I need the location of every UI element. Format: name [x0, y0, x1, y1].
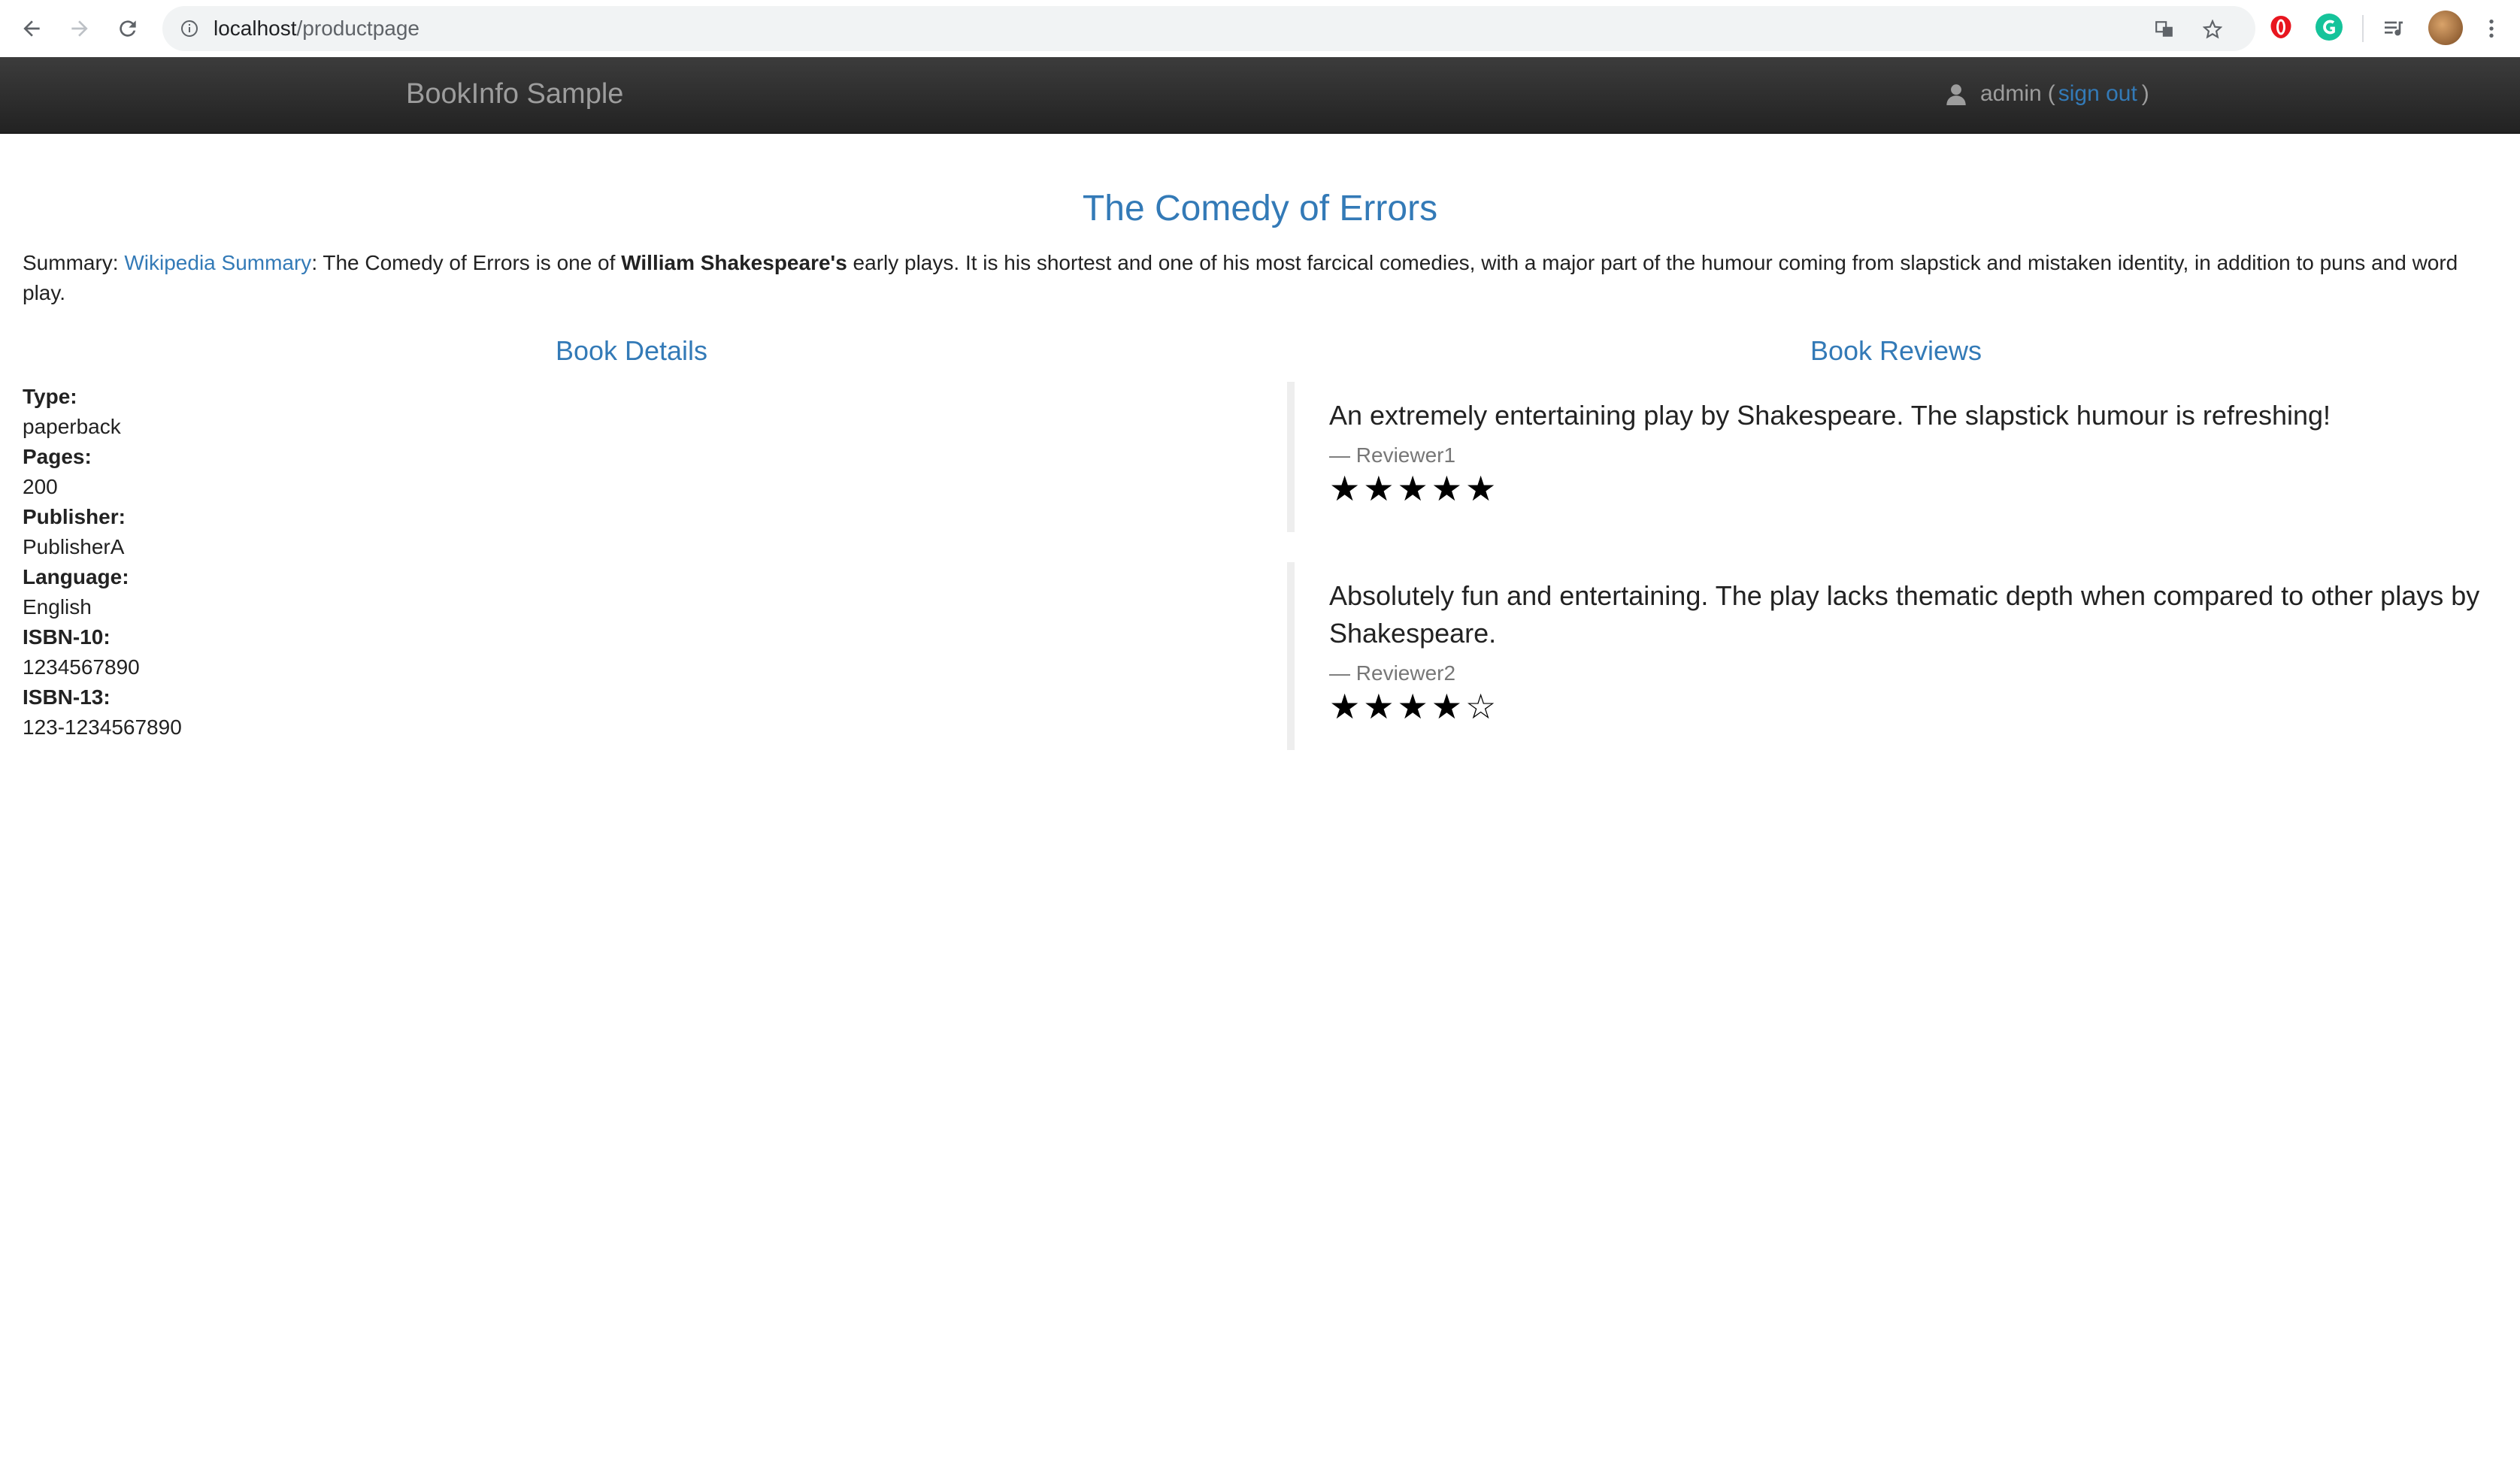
detail-label-publisher: Publisher: [23, 505, 126, 528]
address-bar[interactable]: localhost/productpage [162, 6, 2255, 51]
media-queue-icon[interactable] [2380, 15, 2407, 42]
toolbar-divider [2362, 15, 2364, 42]
review-author: — Reviewer2 [1329, 661, 1456, 685]
username: admin [1980, 81, 2042, 106]
summary-text-1: : The Comedy of Errors is one of [311, 251, 622, 274]
book-details-heading: Book Details [555, 335, 708, 366]
detail-value-pages: 200 [23, 475, 58, 498]
detail-label-isbn13: ISBN-13: [23, 685, 111, 709]
paren-open: ( [2047, 81, 2055, 106]
detail-value-isbn13: 123-1234567890 [23, 715, 182, 739]
grammarly-icon[interactable] [2316, 14, 2343, 41]
wikipedia-summary-link[interactable]: Wikipedia Summary [124, 251, 311, 274]
review-author: — Reviewer1 [1329, 443, 1456, 467]
detail-value-type: paperback [23, 415, 121, 438]
book-reviews-heading: Book Reviews [1810, 335, 1982, 366]
bookmark-star-icon[interactable] [2203, 20, 2222, 39]
detail-label-pages: Pages: [23, 445, 92, 468]
book-details-list: Type: paperback Pages: 200 Publisher: Pu… [23, 382, 182, 743]
sign-out-link[interactable]: sign out [2058, 81, 2137, 107]
url-text[interactable]: localhost/productpage [214, 17, 419, 41]
review-card: Absolutely fun and entertaining. The pla… [1287, 562, 2490, 750]
detail-label-type: Type: [23, 385, 77, 408]
brand-link[interactable]: BookInfo Sample [406, 78, 623, 110]
review-text: An extremely entertaining play by Shakes… [1329, 400, 2331, 431]
page-title: The Comedy of Errors [1082, 189, 1438, 228]
detail-label-isbn10: ISBN-10: [23, 625, 111, 649]
star-rating: ★★★★★ [1329, 469, 1500, 508]
reload-icon[interactable] [114, 15, 141, 42]
menu-kebab-icon[interactable] [2478, 15, 2505, 42]
info-icon[interactable] [180, 20, 198, 38]
paren-close: ) [2141, 81, 2149, 106]
extension-red-icon[interactable] [2267, 14, 2294, 41]
back-icon[interactable] [18, 15, 45, 42]
forward-icon[interactable] [66, 15, 93, 42]
review-card: An extremely entertaining play by Shakes… [1287, 382, 2490, 532]
url-host: localhost [214, 17, 297, 40]
detail-value-language: English [23, 595, 92, 619]
star-rating: ★★★★☆ [1329, 687, 1500, 726]
user-area: admin ( sign out ) [1946, 81, 2149, 107]
user-icon [1946, 84, 1966, 105]
profile-avatar[interactable] [2428, 11, 2463, 45]
detail-value-isbn10: 1234567890 [23, 655, 140, 679]
app-navbar: BookInfo Sample admin ( sign out ) [0, 57, 2520, 134]
url-path: /productpage [296, 17, 419, 40]
summary-prefix: Summary: [23, 251, 125, 274]
summary: Summary: Wikipedia Summary: The Comedy o… [23, 248, 2503, 308]
browser-toolbar: localhost/productpage [0, 0, 2520, 57]
detail-label-language: Language: [23, 565, 129, 588]
translate-icon[interactable] [2155, 20, 2174, 39]
detail-value-publisher: PublisherA [23, 535, 125, 558]
summary-bold: William Shakespeare's [621, 251, 847, 274]
review-text: Absolutely fun and entertaining. The pla… [1329, 580, 2480, 649]
